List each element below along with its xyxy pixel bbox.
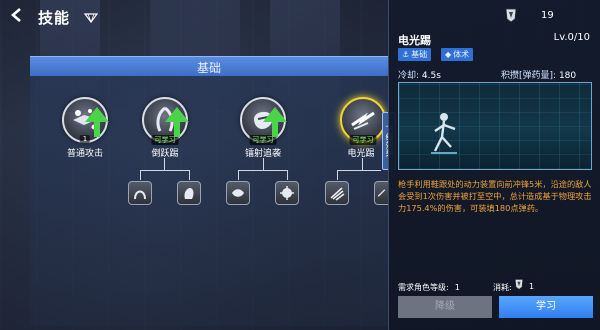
partial-icon <box>377 189 386 197</box>
tree-connector <box>164 158 165 170</box>
page-title: 技能 <box>38 9 71 27</box>
section-title: 基础 <box>196 61 221 75</box>
tag-basic: ⚓ 基础 <box>398 48 432 61</box>
sub-skill-node[interactable] <box>275 181 299 205</box>
downgrade-button[interactable]: 降级 <box>398 296 492 318</box>
lightning-kick-icon <box>351 111 375 130</box>
tree-connector <box>263 158 264 170</box>
top-bar: 技能 <box>0 0 388 34</box>
skill-name: 倒跃踢 <box>151 149 179 159</box>
skill-point-icon <box>505 8 517 23</box>
tree-connector <box>189 170 190 180</box>
arch-icon <box>134 190 146 200</box>
tree-connector <box>362 158 363 170</box>
gem-icon: ◆ <box>445 50 452 59</box>
sub-skill-node[interactable] <box>177 181 201 205</box>
character-figure-icon <box>431 113 457 154</box>
tree-connector <box>238 170 288 171</box>
skill-node-laser-chase[interactable]: 可学习 <box>240 97 287 145</box>
cost-label: 消耗: <box>493 283 512 292</box>
tree-connector <box>337 170 381 171</box>
tree-connector <box>337 170 338 180</box>
cost-value: 1 <box>529 282 535 291</box>
skill-detail-panel: 19 电光踢 Lv.0/10 ⚓ 基础 ◆ 体术 冷却: 4.5s 积攒[弹药量]:… <box>388 0 600 330</box>
skill-point-icon <box>514 279 524 290</box>
skill-point-count: 19 <box>541 10 554 21</box>
skill-node-back-kick[interactable]: 可学习 <box>142 97 189 145</box>
tree-connector <box>238 170 239 180</box>
upgrade-arrow-icon <box>85 107 109 137</box>
skill-description: 枪手利用鞋跟处的动力装置向前冲锋5米，沿途的敌人会受到1次伤害并被打至空中，总计… <box>398 179 592 213</box>
swoosh-icon <box>330 187 345 201</box>
skill-name: 普通攻击 <box>66 149 103 159</box>
skill-level: Lv.0/10 <box>553 32 590 43</box>
skill-title: 电光踢 <box>398 34 431 47</box>
tree-connector <box>140 170 141 180</box>
upgrade-arrow-icon <box>263 107 287 137</box>
learnable-badge: 可学习 <box>349 135 377 145</box>
burst-icon <box>280 186 294 200</box>
sub-skill-node[interactable] <box>325 181 349 205</box>
diamond-icon <box>84 13 98 23</box>
tree-connector <box>140 170 190 171</box>
hand-icon <box>184 188 194 199</box>
anchor-icon: ⚓ <box>402 50 410 59</box>
sub-skill-node[interactable] <box>374 181 388 205</box>
skill-preview-video[interactable] <box>398 82 592 170</box>
sub-skill-node[interactable] <box>226 181 250 205</box>
tree-connector <box>287 170 288 180</box>
cooldown-stat: 冷却: 4.5s <box>398 71 441 81</box>
tag-martial: ◆ 体术 <box>441 48 474 61</box>
dash-icon <box>232 189 244 197</box>
learn-button[interactable]: 学习 <box>499 296 593 318</box>
section-header: 基础 <box>30 56 388 76</box>
sub-skill-node[interactable] <box>128 181 152 205</box>
requirement-row: 需求角色等级: 1 <box>398 283 460 292</box>
back-chevron-icon[interactable] <box>6 7 28 27</box>
ammo-stat: 积攒[弹药量]: 180 <box>501 71 577 81</box>
skill-node-basic-attack[interactable]: 1 <box>62 97 109 143</box>
upgrade-arrow-icon <box>165 107 189 137</box>
skill-node-lightning-kick[interactable]: 可学习 <box>340 97 386 145</box>
preview-grid <box>399 83 591 169</box>
